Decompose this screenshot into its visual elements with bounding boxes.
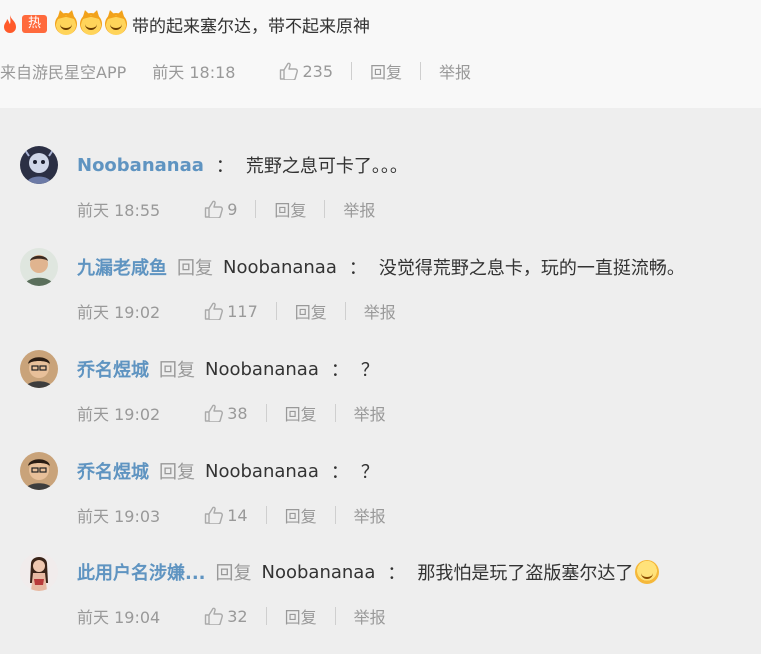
colon: ： [387, 563, 406, 584]
reply-time: 前天 19:02 [77, 405, 161, 424]
divider [324, 200, 326, 218]
like-count: 14 [227, 505, 248, 525]
username-link[interactable]: 乔名煜城 [77, 458, 149, 484]
username-link[interactable]: 此用户名涉嫌... [77, 559, 206, 585]
reply-time: 前天 19:04 [77, 608, 161, 627]
divider [265, 607, 267, 625]
avatar[interactable] [20, 146, 58, 184]
reply-content: Noobananaa ： 荒野之息可卡了。。。 [77, 151, 408, 179]
colon: ： [330, 462, 349, 483]
reply-target-link[interactable]: Noobananaa [205, 461, 319, 482]
report-button[interactable]: 举报 [354, 401, 386, 425]
report-button[interactable]: 举报 [439, 59, 471, 83]
like-button[interactable]: 117 [204, 302, 258, 321]
reply-text: ？ [360, 462, 379, 483]
reply-button[interactable]: 回复 [274, 197, 306, 221]
reply-target-link[interactable]: Noobananaa [223, 257, 337, 278]
hot-badge: 热 [22, 15, 48, 33]
thumbs-up-icon [204, 607, 224, 625]
reply-text: ？ [360, 360, 379, 381]
doge-emoji-icon [105, 13, 128, 35]
reply-button[interactable]: 回复 [285, 401, 317, 425]
reply-meta: 前天 19:02 38 回复 举报 [77, 401, 386, 425]
reply-text: 荒野之息可卡了。。。 [245, 156, 408, 177]
thumbs-up-icon [204, 200, 224, 218]
reply-text: 没觉得荒野之息卡，玩的一直挺流畅。 [378, 258, 685, 279]
top-comment: 热 带的起来塞尔达，带不起来原神 来自游民星空APP 前天 18:18 235 … [0, 0, 761, 108]
doge-emoji-icon [55, 13, 78, 35]
reply-target-link[interactable]: Noobananaa [205, 359, 319, 380]
doge-emoji-icon [80, 13, 103, 35]
like-button[interactable]: 9 [204, 200, 237, 219]
username-link[interactable]: Noobananaa [77, 155, 204, 176]
colon: ： [215, 156, 234, 177]
like-button[interactable]: 32 [204, 606, 248, 626]
thumbs-up-icon [204, 302, 224, 320]
avatar[interactable] [20, 248, 58, 286]
divider [255, 200, 257, 218]
reply-button[interactable]: 回复 [295, 299, 327, 323]
report-button[interactable]: 举报 [364, 299, 396, 323]
divider [334, 607, 336, 625]
thumbs-up-icon [204, 506, 224, 524]
divider [334, 404, 336, 422]
reply-text: 那我怕是玩了盗版塞尔达了 [417, 563, 634, 584]
reply-word: 回复 [215, 563, 252, 584]
top-comment-text: 带的起来塞尔达，带不起来原神 [132, 16, 371, 37]
avatar[interactable] [20, 452, 58, 490]
reply-time: 前天 18:55 [77, 201, 161, 220]
reply-meta: 前天 19:04 32 回复 举报 [77, 604, 386, 628]
reply-button[interactable]: 回复 [370, 59, 402, 83]
like-count: 38 [227, 403, 248, 423]
reply-word: 回复 [177, 258, 213, 279]
reply-content: 此用户名涉嫌... 回复 Noobananaa ： 那我怕是玩了盗版塞尔达了 [77, 558, 660, 586]
reply-content: 九漏老咸鱼 回复 Noobananaa ： 没觉得荒野之息卡，玩的一直挺流畅。 [77, 253, 685, 281]
colon: ： [330, 360, 349, 381]
reply-content: 乔名煜城 回复 Noobananaa ： ？ [77, 457, 379, 485]
thumbs-up-icon [204, 404, 224, 422]
flame-icon [0, 14, 20, 34]
smiley-emoji-icon [635, 560, 660, 584]
comment-time: 前天 18:18 [152, 63, 236, 82]
report-button[interactable]: 举报 [354, 604, 386, 628]
reply-meta: 前天 19:02 117 回复 举报 [77, 299, 396, 323]
reply-content: 乔名煜城 回复 Noobananaa ： ？ [77, 355, 379, 383]
report-button[interactable]: 举报 [343, 197, 375, 221]
like-count: 117 [227, 301, 258, 321]
username-link[interactable]: 乔名煜城 [77, 356, 149, 382]
reply-time: 前天 19:03 [77, 507, 161, 526]
divider [344, 302, 346, 320]
divider [265, 506, 267, 524]
username-link[interactable]: 九漏老咸鱼 [77, 254, 167, 280]
avatar[interactable] [20, 350, 58, 388]
reply-time: 前天 19:02 [77, 303, 161, 322]
divider [351, 62, 352, 80]
reply-button[interactable]: 回复 [285, 503, 317, 527]
colon: ： [348, 258, 367, 279]
reply-meta: 前天 18:55 9 回复 举报 [77, 197, 375, 221]
replies-panel: Noobananaa ： 荒野之息可卡了。。。 前天 18:55 9 回复 举报 [0, 108, 761, 654]
reply-target-link[interactable]: Noobananaa [262, 562, 376, 583]
avatar[interactable] [20, 553, 58, 591]
like-button[interactable]: 14 [204, 505, 248, 525]
top-comment-meta: 来自游民星空APP 前天 18:18 235 回复 举报 [0, 59, 471, 83]
divider [275, 302, 277, 320]
divider [334, 506, 336, 524]
report-button[interactable]: 举报 [354, 503, 386, 527]
top-comment-content: 热 带的起来塞尔达，带不起来原神 [0, 10, 370, 38]
reply-button[interactable]: 回复 [285, 604, 317, 628]
like-count: 9 [227, 199, 238, 219]
divider [265, 404, 267, 422]
reply-meta: 前天 19:03 14 回复 举报 [77, 503, 386, 527]
divider [420, 62, 422, 80]
reply-word: 回复 [159, 360, 195, 381]
comment-source: 来自游民星空APP [0, 63, 127, 82]
like-button[interactable]: 235 [279, 62, 333, 81]
thumbs-up-icon [279, 62, 299, 80]
like-button[interactable]: 38 [204, 403, 248, 423]
reply-word: 回复 [159, 462, 195, 483]
like-count: 235 [302, 61, 333, 81]
like-count: 32 [227, 606, 248, 626]
